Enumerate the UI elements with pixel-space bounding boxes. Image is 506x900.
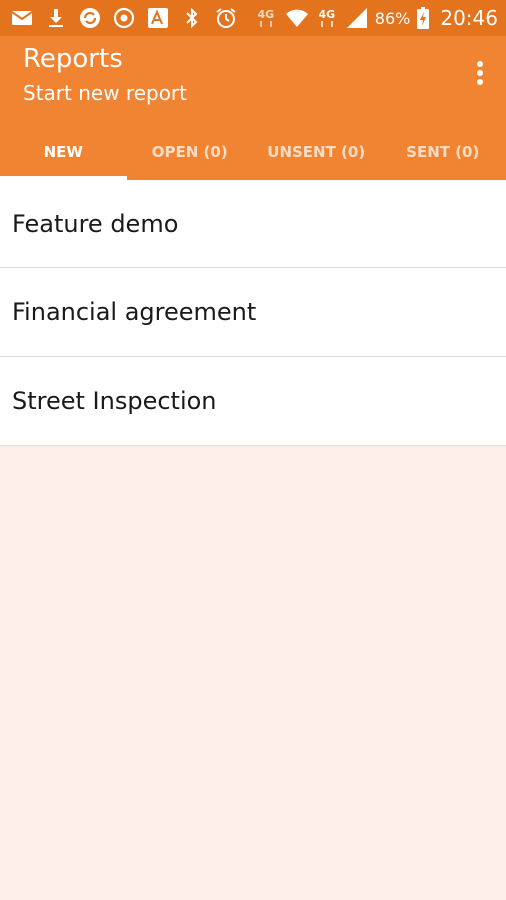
list-item-label: Financial agreement	[12, 298, 257, 326]
net-label: 4G	[318, 7, 336, 21]
app-bar: Reports Start new report NEW OPEN (0) UN…	[0, 36, 506, 180]
list-item-feature-demo[interactable]: Feature demo	[0, 180, 506, 268]
list-item-label: Feature demo	[12, 209, 179, 238]
report-template-list: Feature demo Financial agreement Street …	[0, 180, 506, 446]
alarm-icon	[214, 6, 238, 30]
record-icon	[112, 6, 136, 30]
list-item-financial-agreement[interactable]: Financial agreement	[0, 268, 506, 357]
net-label: 4G	[257, 7, 275, 21]
page-subtitle: Start new report	[23, 81, 187, 105]
clock: 20:46	[440, 6, 498, 30]
page-title: Reports	[23, 44, 123, 74]
tab-bar: NEW OPEN (0) UNSENT (0) SENT (0)	[0, 124, 506, 180]
list-item-label: Street Inspection	[12, 387, 217, 415]
notification-icons	[10, 6, 238, 30]
battery-percent: 86%	[374, 8, 411, 28]
tab-new[interactable]: NEW	[0, 124, 127, 180]
overflow-menu-button[interactable]	[468, 58, 492, 92]
download-icon	[44, 6, 68, 30]
sync-icon	[78, 6, 102, 30]
list-item-street-inspection[interactable]: Street Inspection	[0, 357, 506, 446]
lte-4g-icon: 4G	[315, 6, 339, 30]
signal-icon	[345, 6, 369, 30]
status-bar: 4G 4G 86% 20:46	[0, 0, 506, 36]
system-icons: 4G 4G 86% 20:46	[253, 6, 498, 30]
tab-sent[interactable]: SENT (0)	[380, 124, 506, 180]
tab-open[interactable]: OPEN (0)	[127, 124, 254, 180]
font-icon	[146, 6, 170, 30]
tab-unsent[interactable]: UNSENT (0)	[253, 124, 380, 180]
wifi-icon	[285, 6, 309, 30]
battery-icon	[416, 6, 430, 30]
mail-icon	[10, 6, 34, 30]
bluetooth-icon	[180, 6, 204, 30]
wifi-4g-icon: 4G	[253, 6, 279, 30]
more-vert-icon	[476, 60, 484, 90]
